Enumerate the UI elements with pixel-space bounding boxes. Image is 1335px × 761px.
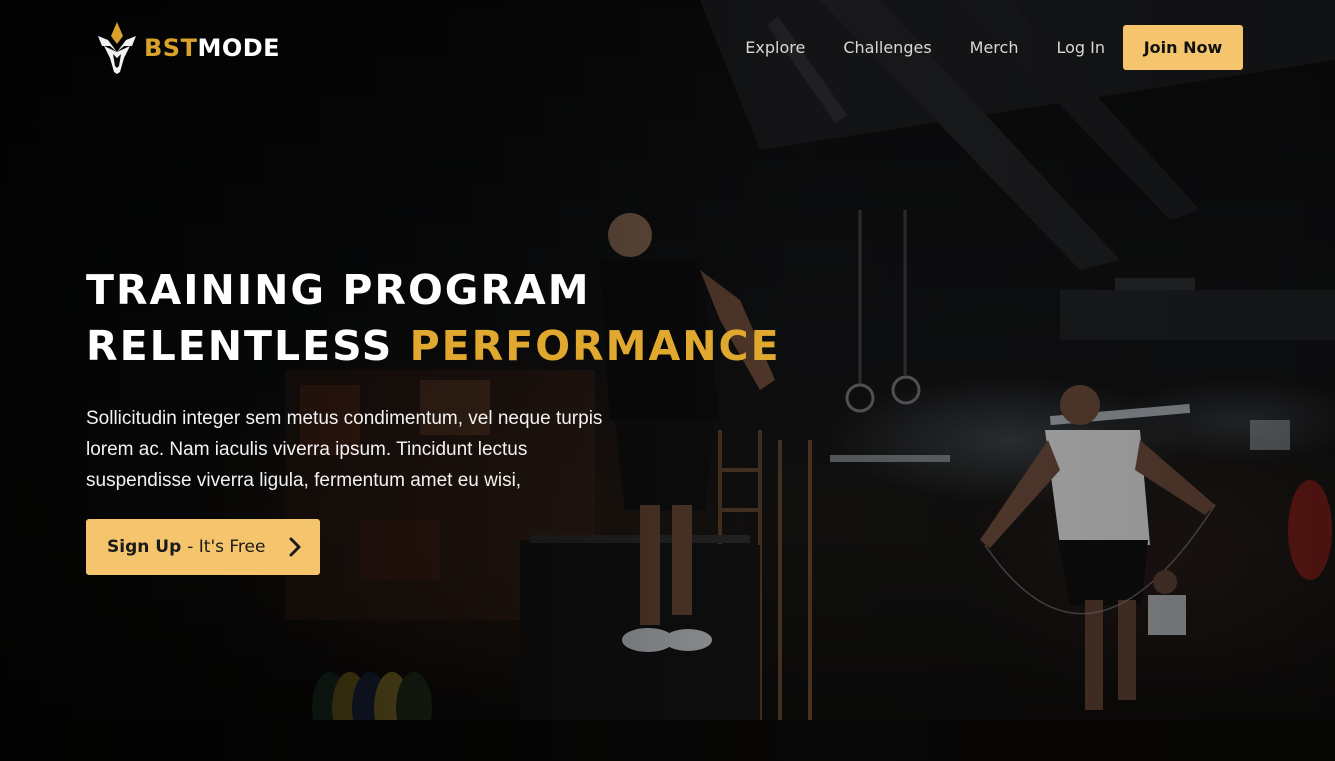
sign-up-button[interactable]: Sign Up - It's Free (86, 519, 320, 575)
hero-description: Sollicitudin integer sem metus condiment… (86, 408, 603, 491)
headline-line-2: RELENTLESS PERFORMANCE (86, 318, 781, 374)
hero-overlay (0, 0, 1335, 761)
brand-name-part1: BST (144, 34, 198, 62)
top-navigation: BSTMODE Explore Challenges Merch Log In … (0, 0, 1335, 96)
hero-section (0, 0, 1335, 761)
headline-line-1: TRAINING PROGRAM (86, 266, 591, 314)
nav-link-merch[interactable]: Merch (970, 38, 1019, 57)
login-link[interactable]: Log In (1056, 38, 1105, 57)
headline-accent-word: PERFORMANCE (409, 322, 781, 370)
headline-plain-word: RELENTLESS (86, 322, 394, 370)
brand-wordmark: BSTMODE (144, 34, 280, 62)
brand-logo[interactable]: BSTMODE (96, 22, 280, 74)
sign-up-sublabel: - It's Free (187, 537, 266, 557)
chevron-right-icon (289, 537, 301, 557)
nav-links: Explore Challenges Merch Log In Join Now (745, 25, 1243, 70)
brand-name-part2: MODE (197, 34, 281, 62)
hero-headline: TRAINING PROGRAM RELENTLESS PERFORMANCE (86, 262, 781, 374)
spartan-helmet-icon (98, 22, 136, 74)
nav-link-explore[interactable]: Explore (745, 38, 805, 57)
join-now-button[interactable]: Join Now (1123, 25, 1243, 70)
sign-up-label: Sign Up (107, 537, 182, 557)
nav-link-challenges[interactable]: Challenges (843, 38, 931, 57)
